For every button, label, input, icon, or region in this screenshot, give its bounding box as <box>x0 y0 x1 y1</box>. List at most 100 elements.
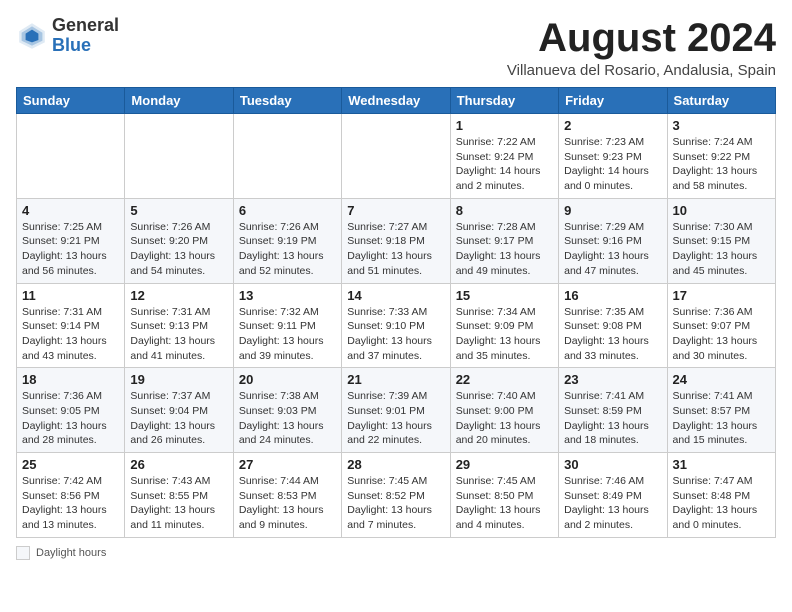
day-info: Sunrise: 7:26 AM Sunset: 9:20 PM Dayligh… <box>130 220 227 279</box>
day-info: Sunrise: 7:39 AM Sunset: 9:01 PM Dayligh… <box>347 389 444 448</box>
calendar-cell: 8Sunrise: 7:28 AM Sunset: 9:17 PM Daylig… <box>450 198 558 283</box>
day-number: 18 <box>22 372 119 387</box>
calendar-week-row: 18 Sunrise: 7:36 AM Sunset: 9:05 PM Dayli… <box>17 368 776 453</box>
calendar-week-row: 1Sunrise: 7:22 AM Sunset: 9:24 PM Daylig… <box>17 114 776 199</box>
day-info: Sunrise: 7:42 AM Sunset: 8:56 PM Dayligh… <box>22 474 119 533</box>
day-number: 3 <box>673 118 770 133</box>
calendar-cell: 13 Sunrise: 7:32 AM Sunset: 9:11 PM Dayli… <box>233 283 341 368</box>
day-info: Sunrise: 7:40 AM Sunset: 9:00 PM Dayligh… <box>456 389 553 448</box>
calendar-cell: 12Sunrise: 7:31 AM Sunset: 9:13 PM Dayli… <box>125 283 233 368</box>
day-number: 14 <box>347 288 444 303</box>
day-number: 9 <box>564 203 661 218</box>
day-info: Sunrise: 7:41 AM Sunset: 8:57 PM Dayligh… <box>673 389 770 448</box>
logo-general: General <box>52 15 119 35</box>
day-number: 7 <box>347 203 444 218</box>
calendar-cell: 26 Sunrise: 7:43 AM Sunset: 8:55 PM Dayli… <box>125 453 233 538</box>
calendar-cell: 3 Sunrise: 7:24 AM Sunset: 9:22 PM Daylig… <box>667 114 775 199</box>
calendar-cell: 30 Sunrise: 7:46 AM Sunset: 8:49 PM Dayli… <box>559 453 667 538</box>
day-number: 27 <box>239 457 336 472</box>
calendar-cell <box>342 114 450 199</box>
day-number: 24 <box>673 372 770 387</box>
day-info: Sunrise: 7:30 AM Sunset: 9:15 PM Dayligh… <box>673 220 770 279</box>
day-number: 13 <box>239 288 336 303</box>
day-number: 16 <box>564 288 661 303</box>
day-number: 31 <box>673 457 770 472</box>
calendar-week-row: 4Sunrise: 7:25 AM Sunset: 9:21 PM Daylig… <box>17 198 776 283</box>
weekday-header-cell: Tuesday <box>233 88 341 114</box>
day-info: Sunrise: 7:36 AM Sunset: 9:05 PM Dayligh… <box>22 389 119 448</box>
day-info: Sunrise: 7:24 AM Sunset: 9:22 PM Dayligh… <box>673 135 770 194</box>
day-info: Sunrise: 7:33 AM Sunset: 9:10 PM Dayligh… <box>347 305 444 364</box>
calendar-cell <box>233 114 341 199</box>
day-info: Sunrise: 7:45 AM Sunset: 8:52 PM Dayligh… <box>347 474 444 533</box>
day-number: 11 <box>22 288 119 303</box>
day-info: Sunrise: 7:46 AM Sunset: 8:49 PM Dayligh… <box>564 474 661 533</box>
day-info: Sunrise: 7:34 AM Sunset: 9:09 PM Dayligh… <box>456 305 553 364</box>
calendar-cell: 6 Sunrise: 7:26 AM Sunset: 9:19 PM Daylig… <box>233 198 341 283</box>
logo-icon <box>16 20 48 52</box>
day-info: Sunrise: 7:29 AM Sunset: 9:16 PM Dayligh… <box>564 220 661 279</box>
footer-box <box>16 546 30 560</box>
day-number: 15 <box>456 288 553 303</box>
calendar-cell: 11 Sunrise: 7:31 AM Sunset: 9:14 PM Dayli… <box>17 283 125 368</box>
calendar-cell: 20 Sunrise: 7:38 AM Sunset: 9:03 PM Dayli… <box>233 368 341 453</box>
day-number: 21 <box>347 372 444 387</box>
calendar-cell: 21 Sunrise: 7:39 AM Sunset: 9:01 PM Dayli… <box>342 368 450 453</box>
day-number: 5 <box>130 203 227 218</box>
day-info: Sunrise: 7:26 AM Sunset: 9:19 PM Dayligh… <box>239 220 336 279</box>
day-info: Sunrise: 7:28 AM Sunset: 9:17 PM Dayligh… <box>456 220 553 279</box>
calendar-cell <box>17 114 125 199</box>
footer-label: Daylight hours <box>36 547 106 559</box>
day-info: Sunrise: 7:36 AM Sunset: 9:07 PM Dayligh… <box>673 305 770 364</box>
day-number: 20 <box>239 372 336 387</box>
day-number: 1 <box>456 118 553 133</box>
logo: General Blue <box>16 16 119 56</box>
day-number: 22 <box>456 372 553 387</box>
day-number: 6 <box>239 203 336 218</box>
calendar-cell <box>125 114 233 199</box>
calendar-cell: 10Sunrise: 7:30 AM Sunset: 9:15 PM Dayli… <box>667 198 775 283</box>
calendar-cell: 7 Sunrise: 7:27 AM Sunset: 9:18 PM Daylig… <box>342 198 450 283</box>
calendar-cell: 16 Sunrise: 7:35 AM Sunset: 9:08 PM Dayli… <box>559 283 667 368</box>
day-info: Sunrise: 7:38 AM Sunset: 9:03 PM Dayligh… <box>239 389 336 448</box>
day-info: Sunrise: 7:35 AM Sunset: 9:08 PM Dayligh… <box>564 305 661 364</box>
calendar-cell: 18 Sunrise: 7:36 AM Sunset: 9:05 PM Dayli… <box>17 368 125 453</box>
calendar-cell: 27 Sunrise: 7:44 AM Sunset: 8:53 PM Dayli… <box>233 453 341 538</box>
day-info: Sunrise: 7:31 AM Sunset: 9:14 PM Dayligh… <box>22 305 119 364</box>
calendar-body: 1Sunrise: 7:22 AM Sunset: 9:24 PM Daylig… <box>17 114 776 538</box>
calendar-cell: 31 Sunrise: 7:47 AM Sunset: 8:48 PM Dayli… <box>667 453 775 538</box>
day-number: 26 <box>130 457 227 472</box>
day-info: Sunrise: 7:25 AM Sunset: 9:21 PM Dayligh… <box>22 220 119 279</box>
day-info: Sunrise: 7:43 AM Sunset: 8:55 PM Dayligh… <box>130 474 227 533</box>
logo-text: General Blue <box>52 16 119 56</box>
calendar-cell: 23Sunrise: 7:41 AM Sunset: 8:59 PM Dayli… <box>559 368 667 453</box>
calendar-cell: 4Sunrise: 7:25 AM Sunset: 9:21 PM Daylig… <box>17 198 125 283</box>
day-info: Sunrise: 7:47 AM Sunset: 8:48 PM Dayligh… <box>673 474 770 533</box>
day-info: Sunrise: 7:31 AM Sunset: 9:13 PM Dayligh… <box>130 305 227 364</box>
calendar-cell: 2Sunrise: 7:23 AM Sunset: 9:23 PM Daylig… <box>559 114 667 199</box>
day-number: 19 <box>130 372 227 387</box>
location: Villanueva del Rosario, Andalusia, Spain <box>507 62 776 79</box>
footer: Daylight hours <box>16 546 776 560</box>
month-year: August 2024 <box>507 16 776 60</box>
day-info: Sunrise: 7:44 AM Sunset: 8:53 PM Dayligh… <box>239 474 336 533</box>
calendar-cell: 15 Sunrise: 7:34 AM Sunset: 9:09 PM Dayli… <box>450 283 558 368</box>
weekday-header-cell: Saturday <box>667 88 775 114</box>
page-header: General Blue August 2024 Villanueva del … <box>16 16 776 79</box>
weekday-header-cell: Wednesday <box>342 88 450 114</box>
day-number: 29 <box>456 457 553 472</box>
calendar-cell: 29Sunrise: 7:45 AM Sunset: 8:50 PM Dayli… <box>450 453 558 538</box>
weekday-header-cell: Friday <box>559 88 667 114</box>
calendar-cell: 17Sunrise: 7:36 AM Sunset: 9:07 PM Dayli… <box>667 283 775 368</box>
day-info: Sunrise: 7:32 AM Sunset: 9:11 PM Dayligh… <box>239 305 336 364</box>
calendar-cell: 1Sunrise: 7:22 AM Sunset: 9:24 PM Daylig… <box>450 114 558 199</box>
calendar-table: SundayMondayTuesdayWednesdayThursdayFrid… <box>16 87 776 538</box>
day-info: Sunrise: 7:37 AM Sunset: 9:04 PM Dayligh… <box>130 389 227 448</box>
day-number: 30 <box>564 457 661 472</box>
calendar-cell: 5 Sunrise: 7:26 AM Sunset: 9:20 PM Daylig… <box>125 198 233 283</box>
day-info: Sunrise: 7:27 AM Sunset: 9:18 PM Dayligh… <box>347 220 444 279</box>
day-number: 2 <box>564 118 661 133</box>
weekday-header-cell: Thursday <box>450 88 558 114</box>
day-info: Sunrise: 7:41 AM Sunset: 8:59 PM Dayligh… <box>564 389 661 448</box>
calendar-week-row: 11 Sunrise: 7:31 AM Sunset: 9:14 PM Dayli… <box>17 283 776 368</box>
